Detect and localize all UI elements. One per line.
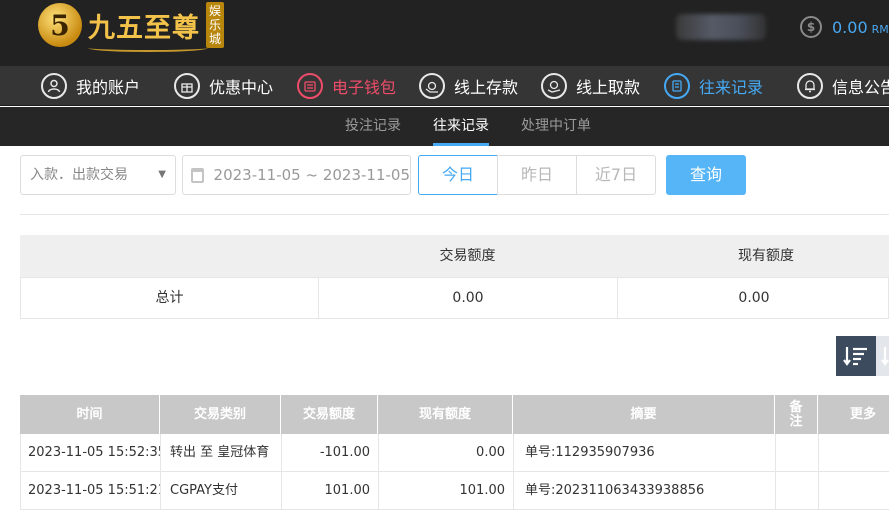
withdraw-icon bbox=[541, 73, 567, 99]
search-button[interactable]: 查询 bbox=[666, 155, 746, 195]
table-row: 2023-11-05 15:52:35 转出 至 皇冠体育 -101.00 0.… bbox=[20, 434, 889, 472]
wallet-icon bbox=[297, 73, 323, 99]
cell-more[interactable] bbox=[819, 434, 889, 471]
nav-item-label: 电子钱包 bbox=[332, 78, 397, 97]
divider bbox=[20, 214, 889, 215]
nav-item-label: 线上存款 bbox=[454, 78, 519, 97]
deposit-icon bbox=[419, 73, 445, 99]
top-bar: 5 九五至尊 娱乐城 $ 0.00 RM bbox=[0, 0, 889, 66]
col-time: 时间 bbox=[20, 395, 160, 434]
cell-time: 2023-11-05 15:51:21 bbox=[21, 472, 161, 509]
caret-down-icon: ▼ bbox=[158, 169, 166, 180]
sort-descending-icon bbox=[843, 347, 867, 366]
summary-header: 交易额度 现有额度 bbox=[20, 235, 889, 277]
cell-more[interactable] bbox=[819, 472, 889, 509]
logo-badge-icon: 5 bbox=[38, 3, 82, 47]
cell-summary: 单号:202311063433938856 bbox=[514, 472, 776, 509]
col-note: 备注 bbox=[775, 395, 818, 434]
sort-ascending-icon bbox=[881, 347, 889, 366]
cell-amount: 101.00 bbox=[282, 472, 379, 509]
nav-item-wallet[interactable]: 电子钱包 bbox=[297, 66, 396, 106]
logo-text: 九五至尊 bbox=[88, 12, 200, 44]
nav-item-label: 优惠中心 bbox=[209, 78, 274, 97]
summary-balance: 0.00 bbox=[738, 290, 770, 306]
transaction-type-select[interactable]: 入款．出款交易 ▼ bbox=[20, 155, 176, 195]
cell-note bbox=[776, 472, 819, 509]
tab-transaction-records[interactable]: 往来记录 bbox=[433, 107, 489, 146]
dollar-icon: $ bbox=[800, 16, 822, 38]
nav-item-label: 信息公告 bbox=[832, 78, 889, 97]
balance-amount: 0.00 bbox=[832, 17, 868, 37]
col-summary: 摘要 bbox=[513, 395, 775, 434]
logo-seal: 娱乐城 bbox=[206, 2, 224, 48]
nav-item-label: 线上取款 bbox=[576, 78, 641, 97]
nav-item-label: 我的账户 bbox=[76, 78, 141, 97]
gift-icon bbox=[174, 73, 200, 99]
cell-balance: 101.00 bbox=[379, 472, 514, 509]
summary-row: 总计 0.00 0.00 bbox=[20, 277, 889, 319]
sort-button[interactable] bbox=[836, 336, 876, 376]
bell-icon bbox=[797, 73, 823, 99]
summary-table: 交易额度 现有额度 总计 0.00 0.00 bbox=[20, 235, 889, 320]
cell-time: 2023-11-05 15:52:35 bbox=[21, 434, 161, 471]
cell-type: 转出 至 皇冠体育 bbox=[161, 434, 282, 471]
page: 5 九五至尊 娱乐城 $ 0.00 RM 我的账户 优惠中心 电子钱包 线上存款… bbox=[0, 0, 889, 518]
yesterday-button[interactable]: 昨日 bbox=[497, 155, 577, 195]
nav-item-promotions[interactable]: 优惠中心 bbox=[174, 66, 273, 106]
records-icon bbox=[664, 73, 690, 99]
summary-amount: 0.00 bbox=[319, 278, 618, 318]
logo-flourish bbox=[88, 44, 208, 52]
main-nav: 我的账户 优惠中心 电子钱包 线上存款 线上取款 往来记录 信息公告 bbox=[0, 66, 889, 106]
nav-item-deposit[interactable]: 线上存款 bbox=[419, 66, 518, 106]
col-type: 交易类别 bbox=[160, 395, 281, 434]
summary-label: 总计 bbox=[21, 278, 319, 318]
col-balance: 现有额度 bbox=[378, 395, 513, 434]
last-7-days-button[interactable]: 近7日 bbox=[576, 155, 656, 195]
cell-type: CGPAY支付 bbox=[161, 472, 282, 509]
date-range-value: 2023-11-05 ~ 2023-11-05 bbox=[213, 166, 410, 184]
username-blurred bbox=[676, 14, 766, 40]
col-more: 更多 bbox=[849, 406, 876, 422]
tab-bet-records[interactable]: 投注记录 bbox=[345, 107, 401, 146]
nav-item-label: 往来记录 bbox=[699, 78, 764, 97]
nav-item-records[interactable]: 往来记录 bbox=[664, 66, 763, 106]
summary-col-balance: 现有额度 bbox=[738, 248, 794, 264]
summary-col-amount: 交易额度 bbox=[439, 248, 496, 264]
today-button[interactable]: 今日 bbox=[418, 155, 498, 195]
nav-item-account[interactable]: 我的账户 bbox=[41, 66, 140, 106]
sub-nav: 投注记录 往来记录 处理中订单 bbox=[0, 107, 889, 146]
date-range-input[interactable]: 2023-11-05 ~ 2023-11-05 bbox=[182, 155, 411, 195]
col-amount: 交易额度 bbox=[281, 395, 378, 434]
table-row: 2023-11-05 15:51:21 CGPAY支付 101.00 101.0… bbox=[20, 472, 889, 510]
nav-item-announcements[interactable]: 信息公告 bbox=[797, 66, 889, 106]
cell-summary: 单号:112935907936 bbox=[514, 434, 776, 471]
user-icon bbox=[41, 73, 67, 99]
brand-logo[interactable]: 5 九五至尊 娱乐城 bbox=[38, 2, 224, 48]
sort-ascending-button[interactable] bbox=[876, 336, 889, 376]
cell-amount: -101.00 bbox=[282, 434, 379, 471]
tab-pending-orders[interactable]: 处理中订单 bbox=[521, 107, 591, 146]
records-table-header: 时间 交易类别 交易额度 现有额度 摘要 备注 更多 bbox=[20, 395, 889, 434]
balance-currency: RM bbox=[871, 22, 889, 36]
calendar-icon bbox=[191, 167, 204, 183]
cell-balance: 0.00 bbox=[379, 434, 514, 471]
select-value: 入款．出款交易 bbox=[30, 167, 128, 183]
wallet-balance: $ 0.00 RM bbox=[800, 16, 889, 38]
cell-note bbox=[776, 434, 819, 471]
nav-item-withdraw[interactable]: 线上取款 bbox=[541, 66, 640, 106]
